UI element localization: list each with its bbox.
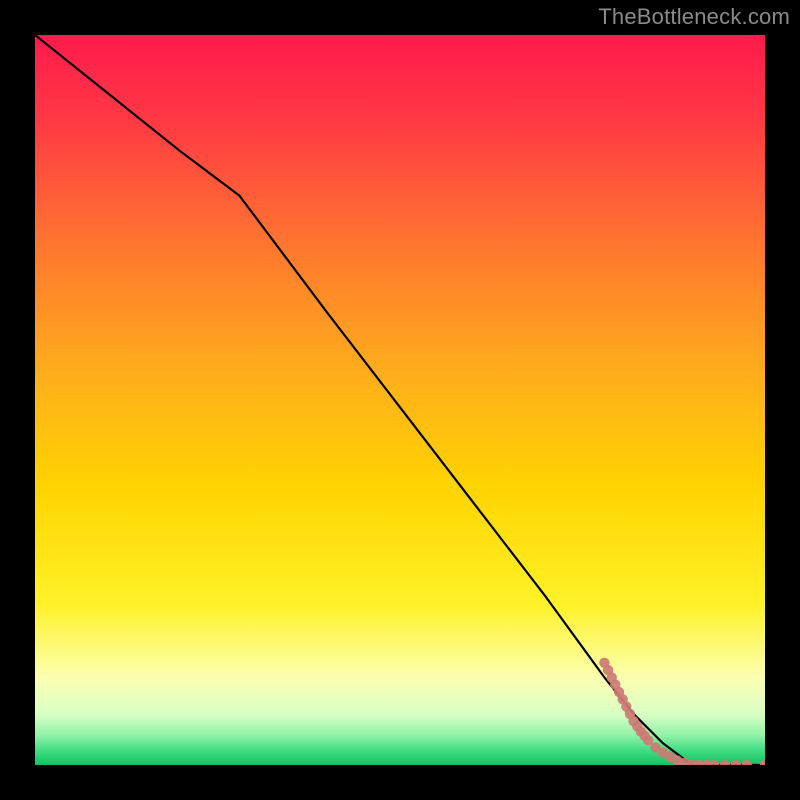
gradient-background (35, 35, 765, 765)
chart-svg (35, 35, 765, 765)
plot-area (35, 35, 765, 765)
attribution-text: TheBottleneck.com (598, 4, 790, 30)
chart-frame: TheBottleneck.com (0, 0, 800, 800)
